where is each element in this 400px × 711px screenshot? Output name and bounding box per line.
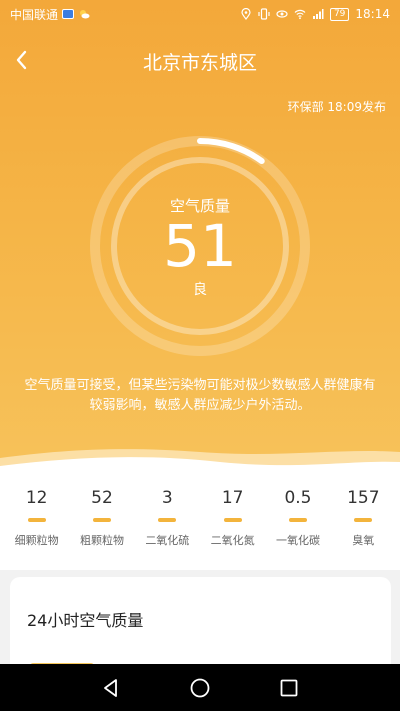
pollutant-item[interactable]: 17 二氧化氮 bbox=[202, 470, 264, 570]
pollutant-name: 粗颗粒物 bbox=[79, 534, 124, 547]
pollutant-list: 12 细颗粒物 52 粗颗粒物 3 二氧化硫 17 二氧化氮 0.5 一氧化碳 … bbox=[0, 470, 400, 570]
pollutant-level-bar bbox=[354, 518, 373, 522]
publish-time: 环保部 18:09发布 bbox=[287, 100, 386, 114]
page-title: 北京市东城区 bbox=[142, 52, 257, 74]
location-icon bbox=[241, 8, 251, 20]
pollutant-item[interactable]: 52 粗颗粒物 bbox=[71, 470, 133, 570]
pollutant-value: 17 bbox=[221, 488, 244, 508]
sim-hd-icon bbox=[62, 9, 75, 19]
pollutant-value: 157 bbox=[347, 488, 380, 508]
pollutant-level-bar bbox=[223, 518, 242, 522]
pollutant-level-bar bbox=[27, 518, 46, 522]
pollutant-item[interactable]: 157 臭氧 bbox=[332, 470, 394, 570]
pollutant-level-bar bbox=[158, 518, 177, 522]
hourly-aqi-card: 24小时空气质量 bbox=[10, 577, 391, 677]
back-triangle-icon[interactable] bbox=[99, 676, 123, 700]
pollutant-value: 0.5 bbox=[284, 488, 312, 508]
pollutant-value: 12 bbox=[25, 488, 48, 508]
pollutant-value: 52 bbox=[91, 488, 113, 508]
eye-icon bbox=[276, 10, 288, 18]
weather-icon bbox=[80, 10, 90, 19]
vibrate-icon bbox=[258, 8, 270, 20]
wave-divider bbox=[0, 449, 400, 470]
wifi-icon bbox=[294, 9, 306, 20]
signal-icon bbox=[312, 9, 324, 19]
status-bar: 中国联通 79 18:14 bbox=[0, 0, 400, 28]
pollutant-level-bar bbox=[92, 518, 111, 522]
pollutant-item[interactable]: 0.5 一氧化碳 bbox=[267, 470, 329, 570]
pollutant-name: 一氧化碳 bbox=[275, 534, 320, 547]
carrier-label: 中国联通 bbox=[10, 7, 59, 22]
pollutant-value: 3 bbox=[161, 488, 173, 508]
pollutant-item[interactable]: 12 细颗粒物 bbox=[6, 470, 68, 570]
pollutant-name: 臭氧 bbox=[352, 534, 375, 547]
recents-square-icon[interactable] bbox=[277, 676, 301, 700]
pollutant-item[interactable]: 3 二氧化硫 bbox=[136, 470, 198, 570]
aqi-gauge: 空气质量 51 良 bbox=[89, 135, 311, 357]
health-advice: 空气质量可接受，但某些污染物可能对极少数敏感人群健康有较弱影响，敏感人群应减少户… bbox=[24, 378, 376, 413]
aqi-value: 51 bbox=[163, 212, 237, 280]
pollutant-name: 二氧化硫 bbox=[145, 534, 190, 547]
clock-time: 18:14 bbox=[355, 7, 390, 21]
aqi-level: 良 bbox=[193, 282, 207, 298]
system-nav-bar bbox=[0, 664, 400, 711]
title-bar: 北京市东城区 bbox=[0, 40, 400, 80]
home-circle-icon[interactable] bbox=[188, 676, 212, 700]
pollutant-name: 细颗粒物 bbox=[14, 534, 59, 547]
card-title: 24小时空气质量 bbox=[27, 611, 144, 630]
battery-icon: 79 bbox=[329, 7, 350, 21]
pollutant-name: 二氧化氮 bbox=[210, 534, 255, 547]
pollutant-level-bar bbox=[288, 518, 307, 522]
